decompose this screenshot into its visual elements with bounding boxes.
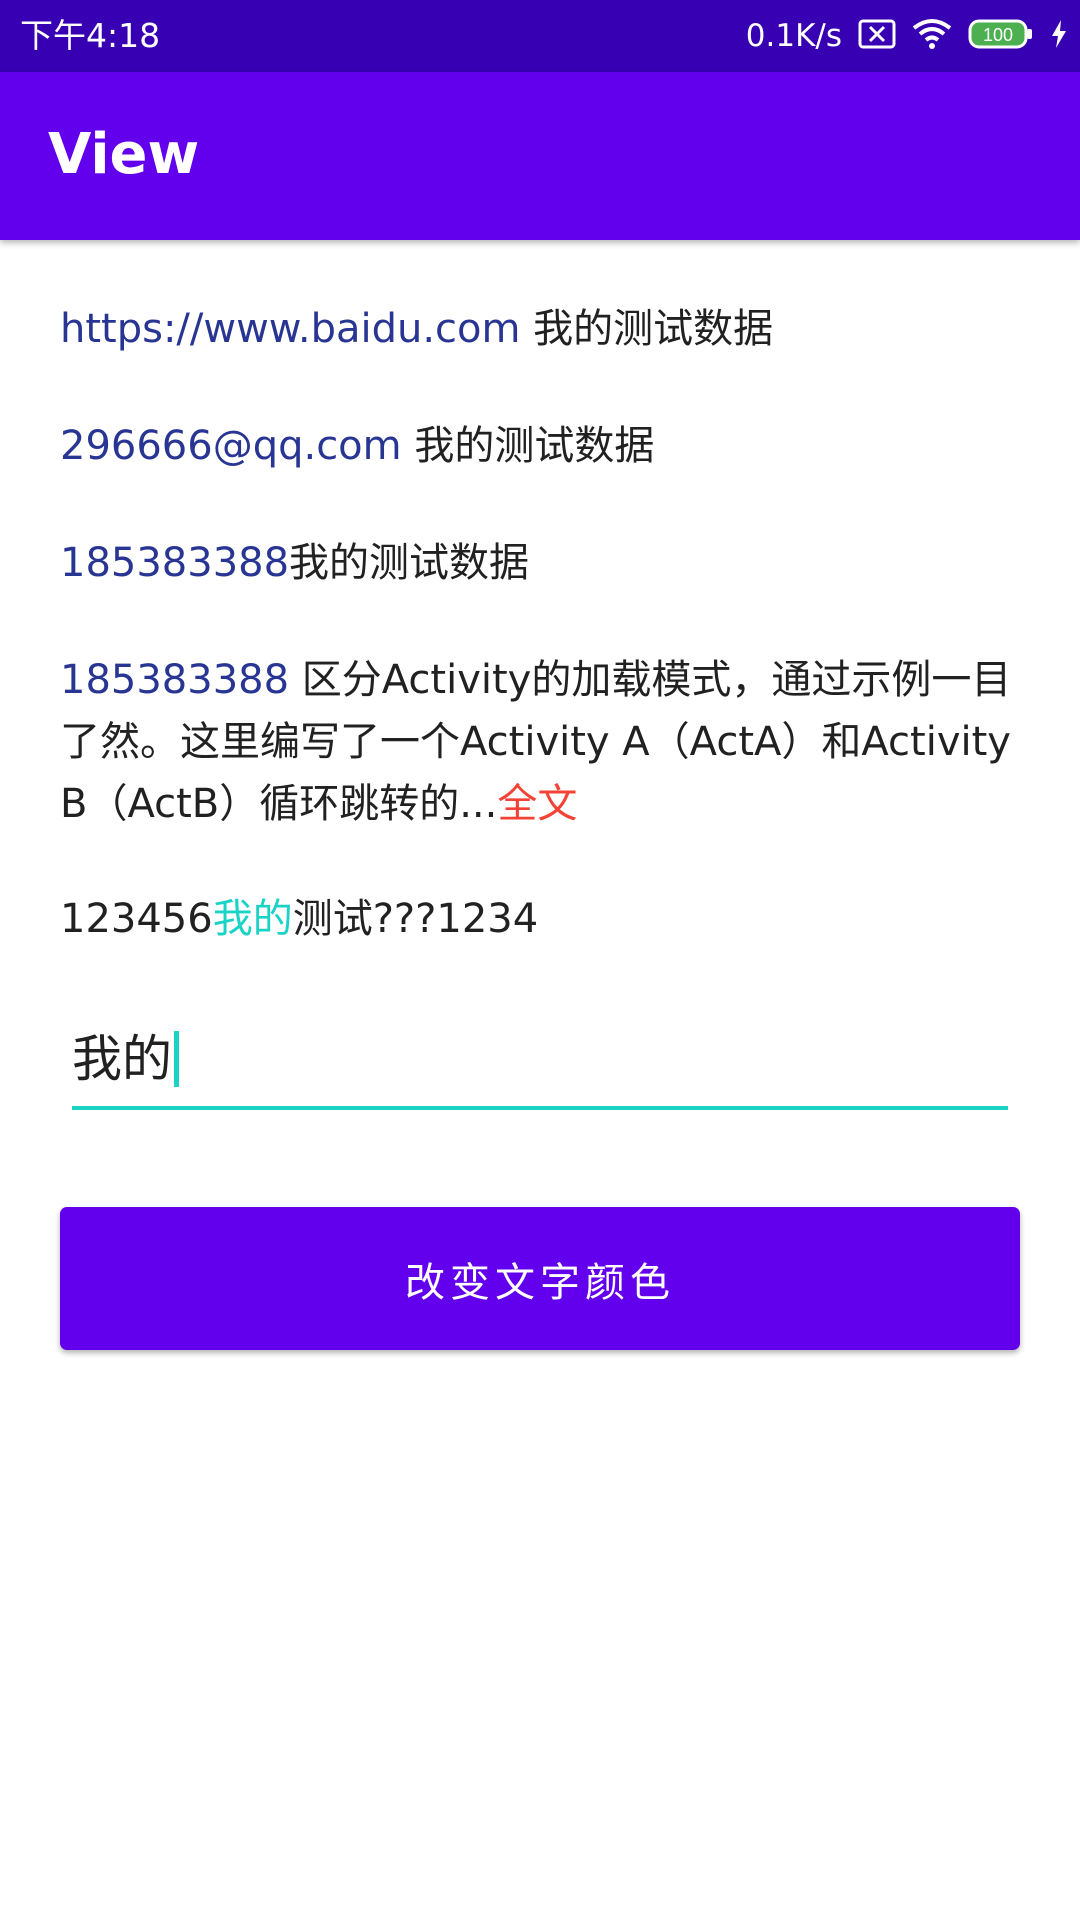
- text-row-paragraph: 185383388 区分Activity的加载模式，通过示例一目了然。这里编写了…: [60, 649, 1020, 835]
- highlighted-text: 我的: [212, 896, 293, 942]
- row-prefix: 123456: [60, 896, 213, 942]
- button-label: 改变文字颜色: [405, 1259, 675, 1306]
- network-speed: 0.1K/s: [745, 18, 842, 54]
- charging-icon: [1050, 19, 1068, 53]
- status-bar: 下午4:18 0.1K/s 100: [0, 0, 1080, 72]
- change-text-color-button[interactable]: 改变文字颜色: [60, 1207, 1020, 1350]
- battery-level: 100: [983, 25, 1013, 45]
- battery-icon: 100: [968, 19, 1034, 53]
- text-cursor: [174, 1031, 179, 1087]
- status-icons: 0.1K/s 100: [746, 14, 1068, 58]
- wifi-icon: [912, 18, 952, 54]
- row-text: 我的测试数据: [289, 540, 530, 586]
- text-row-email: 296666@qq.com 我的测试数据: [60, 415, 1020, 477]
- status-time: 下午4:18: [20, 16, 161, 55]
- app-bar: View: [0, 72, 1080, 240]
- read-more-link[interactable]: 全文: [497, 781, 577, 827]
- text-row-phone: 185383388我的测试数据: [60, 532, 1020, 594]
- row-suffix: 测试???1234: [292, 896, 539, 942]
- row-text: 我的测试数据: [401, 423, 655, 469]
- input-value: 我的: [72, 1030, 172, 1088]
- email-link[interactable]: 296666@qq.com: [60, 423, 402, 469]
- no-sim-icon: [858, 19, 896, 53]
- page-title: View: [48, 122, 200, 187]
- input-content: 我的: [72, 1028, 179, 1090]
- text-row-highlight: 123456我的测试???1234: [60, 888, 1020, 950]
- phone-link[interactable]: 185383388: [60, 540, 289, 586]
- text-input-field[interactable]: 我的: [72, 1014, 1008, 1110]
- text-row-url: https://www.baidu.com 我的测试数据: [60, 298, 1020, 360]
- row-text: 我的测试数据: [520, 306, 774, 352]
- phone-link[interactable]: 185383388: [60, 657, 289, 703]
- url-link[interactable]: https://www.baidu.com: [60, 306, 520, 352]
